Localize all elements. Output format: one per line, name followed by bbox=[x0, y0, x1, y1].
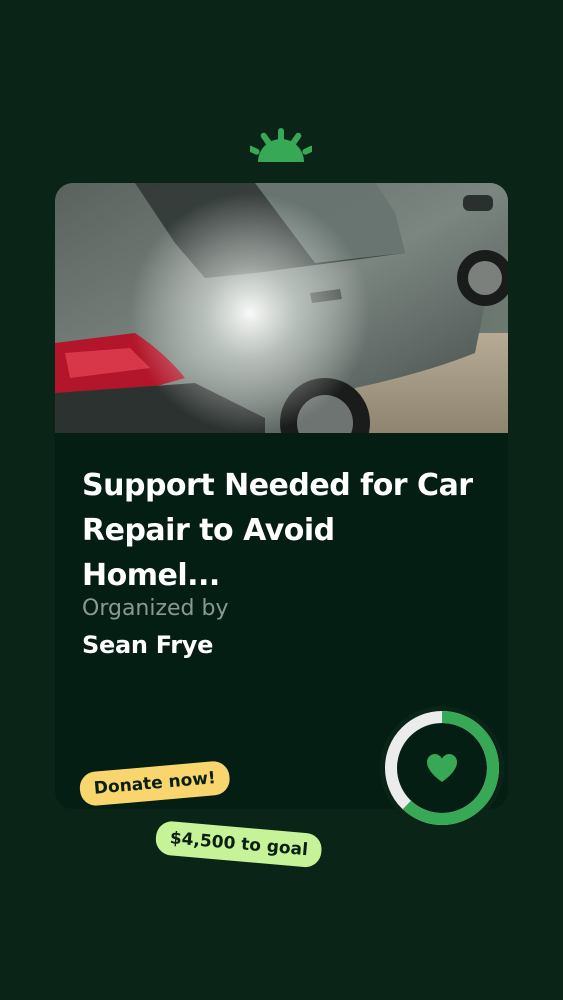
car-front-rim bbox=[468, 261, 502, 295]
donation-progress-ring[interactable] bbox=[378, 704, 506, 832]
organizer-name[interactable]: Sean Frye bbox=[82, 630, 213, 660]
logo-ray-right bbox=[290, 132, 302, 146]
car-mirror bbox=[463, 195, 493, 211]
sun-glare bbox=[130, 193, 370, 433]
goal-remaining-tag: $4,500 to goal bbox=[154, 820, 324, 869]
logo-ray-far-left bbox=[250, 145, 260, 155]
logo-ray-center bbox=[278, 128, 284, 143]
logo-ray-far-right bbox=[302, 145, 312, 155]
organizer-label: Organized by bbox=[82, 596, 229, 621]
logo-ray-left bbox=[260, 132, 272, 146]
page: { "brand": { "logo_icon": "gofundme-sun-… bbox=[0, 0, 563, 1000]
campaign-photo bbox=[55, 183, 508, 433]
gofundme-logo-icon bbox=[250, 128, 312, 162]
campaign-title[interactable]: Support Needed for Car Repair to Avoid H… bbox=[82, 463, 482, 598]
